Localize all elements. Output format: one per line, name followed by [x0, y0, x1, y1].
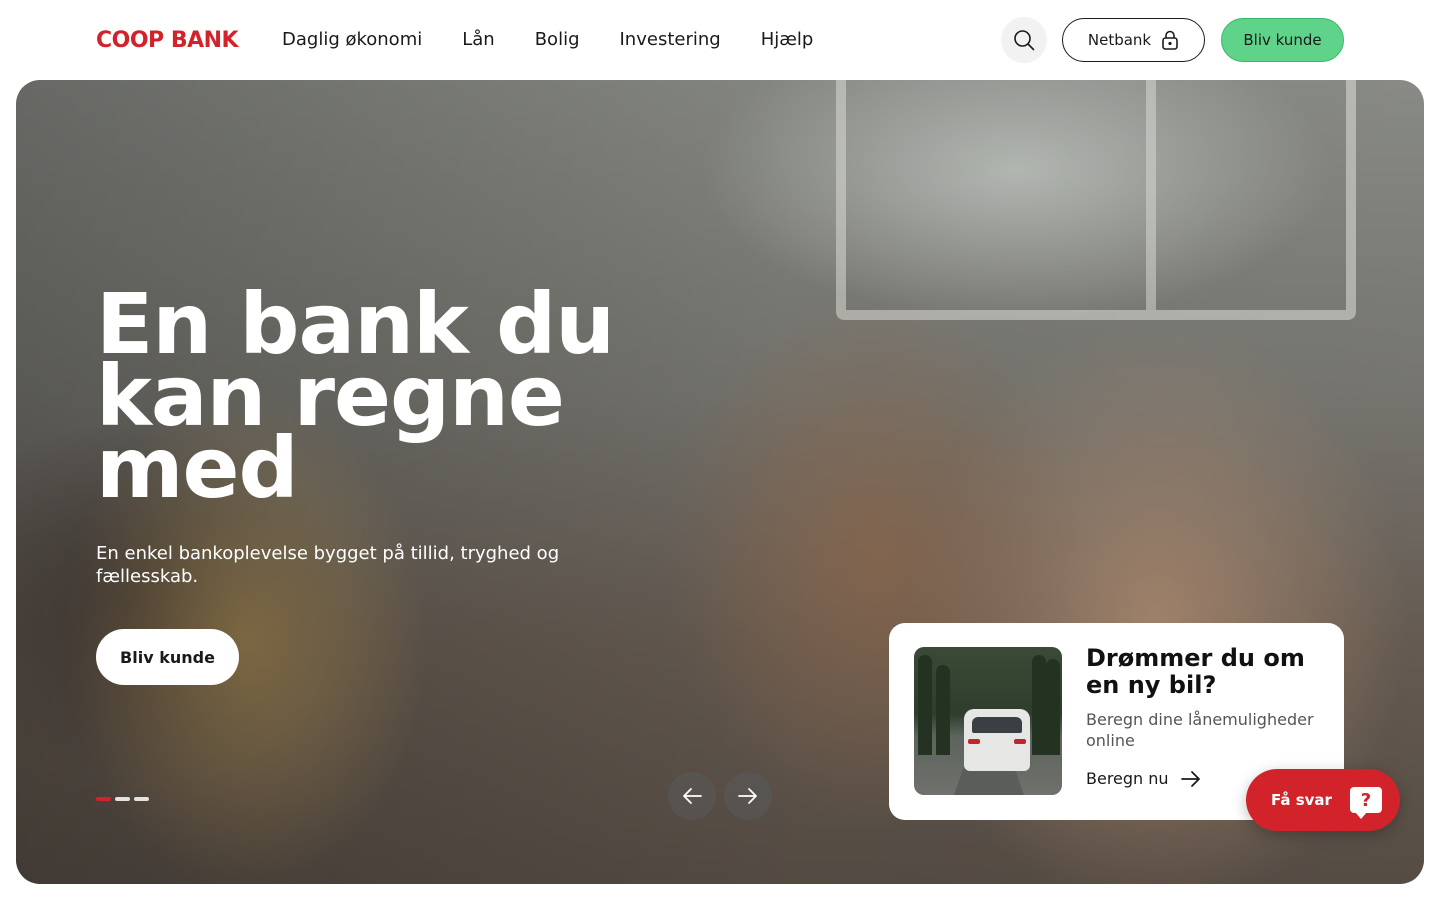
coop-bank-logo[interactable]: COOP BANK: [96, 26, 239, 54]
search-icon: [1014, 30, 1035, 51]
arrow-right-icon: [738, 788, 757, 804]
nav-item-laan[interactable]: Lån: [462, 27, 494, 53]
slide-indicator-3[interactable]: [134, 797, 149, 801]
nav-item-bolig[interactable]: Bolig: [535, 27, 580, 53]
netbank-label: Netbank: [1087, 31, 1152, 49]
site-header: COOP BANK Daglig økonomi Lån Bolig Inves…: [0, 0, 1440, 80]
search-button[interactable]: [1001, 17, 1047, 63]
arrow-right-icon: [1180, 770, 1200, 787]
beregn-nu-label: Beregn nu: [1086, 769, 1169, 788]
slide-indicators: [96, 797, 149, 801]
main-nav: Daglig økonomi Lån Bolig Investering Hjæ…: [282, 27, 813, 53]
slide-indicator-1[interactable]: [96, 797, 111, 801]
hero-subtitle: En enkel bankoplevelse bygget på tillid,…: [96, 543, 560, 587]
chat-label: Få svar: [1271, 791, 1332, 809]
bliv-kunde-hero-button[interactable]: Bliv kunde: [96, 629, 239, 685]
netbank-button[interactable]: Netbank: [1062, 18, 1205, 62]
nav-item-investering[interactable]: Investering: [620, 27, 721, 53]
chat-button[interactable]: Få svar ?: [1246, 769, 1400, 831]
nav-item-hjaelp[interactable]: Hjælp: [761, 27, 814, 53]
lock-icon: [1162, 30, 1178, 50]
bliv-kunde-header-button[interactable]: Bliv kunde: [1221, 18, 1344, 62]
logo-text: COOP BANK: [96, 27, 239, 53]
beregn-nu-link[interactable]: Beregn nu: [1086, 769, 1201, 788]
hero-title: En bank du kan regne med: [96, 275, 615, 517]
promo-title: Drømmer du om en ny bil?: [1086, 644, 1305, 699]
nav-item-daglig-okonomi[interactable]: Daglig økonomi: [282, 27, 422, 53]
previous-slide-button[interactable]: [668, 772, 716, 820]
car-icon: [964, 709, 1030, 771]
car-forest-image: [914, 647, 1062, 795]
promo-description: Beregn dine lånemuligheder online: [1086, 710, 1314, 750]
chat-question-icon: ?: [1349, 787, 1382, 819]
slide-indicator-2[interactable]: [115, 797, 130, 801]
next-slide-button[interactable]: [724, 772, 772, 820]
hero-banner: En bank du kan regne med En enkel bankop…: [16, 80, 1424, 884]
arrow-left-icon: [683, 788, 702, 804]
